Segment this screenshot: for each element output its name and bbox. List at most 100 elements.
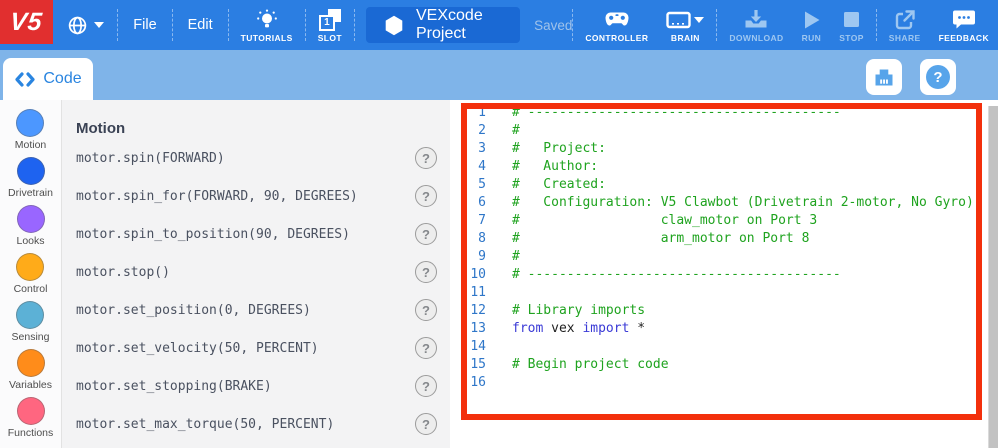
share-button[interactable]: SHARE: [880, 0, 930, 50]
save-status: Saved: [534, 18, 572, 33]
code-line[interactable]: 9#: [450, 248, 998, 266]
line-number: 7: [450, 212, 486, 230]
code-lines: 1# -------------------------------------…: [450, 100, 998, 392]
command-row-partial: ?: [62, 443, 450, 448]
code-text: # --------------------------------------…: [486, 104, 841, 122]
command-text[interactable]: motor.spin_for(FORWARD, 90, DEGREES): [76, 189, 358, 204]
code-line[interactable]: 12# Library imports: [450, 302, 998, 320]
looks-category-icon: [17, 205, 45, 233]
code-text: # Configuration: V5 Clawbot (Drivetrain …: [486, 194, 974, 212]
file-menu[interactable]: File: [121, 0, 168, 50]
command-help-button[interactable]: ?: [415, 337, 437, 359]
code-line[interactable]: 5# Created:: [450, 176, 998, 194]
code-line[interactable]: 1# -------------------------------------…: [450, 104, 998, 122]
download-button[interactable]: DOWNLOAD: [720, 0, 792, 50]
command-row: motor.set_velocity(50, PERCENT)?: [62, 329, 450, 367]
hexagon-icon: [384, 15, 404, 36]
command-help-button[interactable]: ?: [415, 147, 437, 169]
command-help-button[interactable]: ?: [415, 261, 437, 283]
sidebar-item-label: Control: [14, 283, 48, 295]
sidebar-item-motion[interactable]: Motion: [15, 109, 47, 151]
code-line[interactable]: 7# claw_motor on Port 3: [450, 212, 998, 230]
motion-category-icon: [16, 109, 44, 137]
line-number: 6: [450, 194, 486, 212]
sidebar-item-sensing[interactable]: Sensing: [12, 301, 50, 343]
sensing-category-icon: [16, 301, 44, 329]
feedback-button[interactable]: FEEDBACK: [930, 0, 998, 50]
command-text[interactable]: motor.set_stopping(BRAKE): [76, 379, 272, 394]
code-line[interactable]: 3# Project:: [450, 140, 998, 158]
command-help-button[interactable]: ?: [415, 375, 437, 397]
globe-icon: [67, 15, 88, 36]
sidebar-item-control[interactable]: Control: [14, 253, 48, 295]
code-line[interactable]: 4# Author:: [450, 158, 998, 176]
line-number: 9: [450, 248, 486, 266]
command-text[interactable]: motor.set_max_torque(50, PERCENT): [76, 417, 334, 432]
line-number: 13: [450, 320, 486, 338]
code-text: # Library imports: [486, 302, 645, 320]
top-toolbar: V5 File Edit TUTORIALS 1 SLOT: [0, 0, 998, 50]
help-button[interactable]: ?: [920, 59, 956, 95]
command-help-button[interactable]: ?: [415, 413, 437, 435]
sidebar-item-label: Sensing: [12, 331, 50, 343]
project-name-button[interactable]: VEXcode Project: [366, 7, 520, 43]
language-menu[interactable]: [53, 0, 114, 50]
line-number: 3: [450, 140, 486, 158]
device-manager-button[interactable]: [866, 59, 902, 95]
command-help-button[interactable]: ?: [415, 299, 437, 321]
variables-category-icon: [17, 349, 45, 377]
command-help-button[interactable]: ?: [415, 223, 437, 245]
blocks-category-header: Motion: [76, 120, 450, 137]
code-line[interactable]: 2#: [450, 122, 998, 140]
code-brackets-icon: [14, 70, 36, 89]
download-icon: [743, 8, 769, 32]
code-line[interactable]: 14: [450, 338, 998, 356]
run-button[interactable]: RUN: [793, 0, 831, 50]
controller-button[interactable]: CONTROLLER: [576, 0, 657, 50]
sidebar-item-functions[interactable]: Functions: [8, 397, 54, 439]
command-text[interactable]: motor.spin(FORWARD): [76, 151, 225, 166]
drivetrain-category-icon: [17, 157, 45, 185]
command-text[interactable]: motor.spin_to_position(90, DEGREES): [76, 227, 350, 242]
command-row: motor.spin_for(FORWARD, 90, DEGREES)?: [62, 177, 450, 215]
command-help-button[interactable]: ?: [415, 185, 437, 207]
command-list: motor.spin(FORWARD)?motor.spin_for(FORWA…: [62, 139, 450, 448]
tutorials-button[interactable]: TUTORIALS: [232, 0, 302, 50]
chevron-down-icon: [94, 22, 104, 28]
command-text[interactable]: motor.set_position(0, DEGREES): [76, 303, 311, 318]
code-line[interactable]: 11: [450, 284, 998, 302]
line-number: 2: [450, 122, 486, 140]
code-line[interactable]: 16: [450, 374, 998, 392]
editor-scrollbar[interactable]: [988, 106, 998, 448]
sidebar-item-variables[interactable]: Variables: [9, 349, 52, 391]
toolbar-divider: [572, 9, 573, 41]
line-number: 4: [450, 158, 486, 176]
feedback-icon: [952, 8, 976, 32]
command-row: motor.set_position(0, DEGREES)?: [62, 291, 450, 329]
device-port-icon: [872, 65, 896, 89]
question-mark-icon: ?: [926, 65, 950, 89]
tab-code[interactable]: Code: [3, 58, 93, 100]
code-text: [486, 338, 512, 356]
toolbar-divider: [228, 9, 229, 41]
code-line[interactable]: 8# arm_motor on Port 8: [450, 230, 998, 248]
command-text[interactable]: motor.stop(): [76, 265, 170, 280]
code-line[interactable]: 10# ------------------------------------…: [450, 266, 998, 284]
stop-button[interactable]: STOP: [830, 0, 873, 50]
edit-menu[interactable]: Edit: [176, 0, 225, 50]
code-text: # Project:: [486, 140, 606, 158]
slot-button[interactable]: 1 SLOT: [309, 0, 351, 50]
toolbar-divider: [716, 9, 717, 41]
sidebar-item-looks[interactable]: Looks: [16, 205, 44, 247]
code-line[interactable]: 15# Begin project code: [450, 356, 998, 374]
brain-button[interactable]: BRAIN: [657, 0, 713, 50]
sidebar-item-drivetrain[interactable]: Drivetrain: [8, 157, 53, 199]
code-line[interactable]: 13from vex import *: [450, 320, 998, 338]
line-number: 11: [450, 284, 486, 302]
code-line[interactable]: 6# Configuration: V5 Clawbot (Drivetrain…: [450, 194, 998, 212]
command-text[interactable]: motor.set_velocity(50, PERCENT): [76, 341, 319, 356]
code-editor[interactable]: 1# -------------------------------------…: [450, 100, 998, 448]
command-row: motor.spin_to_position(90, DEGREES)?: [62, 215, 450, 253]
line-number: 15: [450, 356, 486, 374]
v5-logo[interactable]: V5: [0, 0, 53, 44]
